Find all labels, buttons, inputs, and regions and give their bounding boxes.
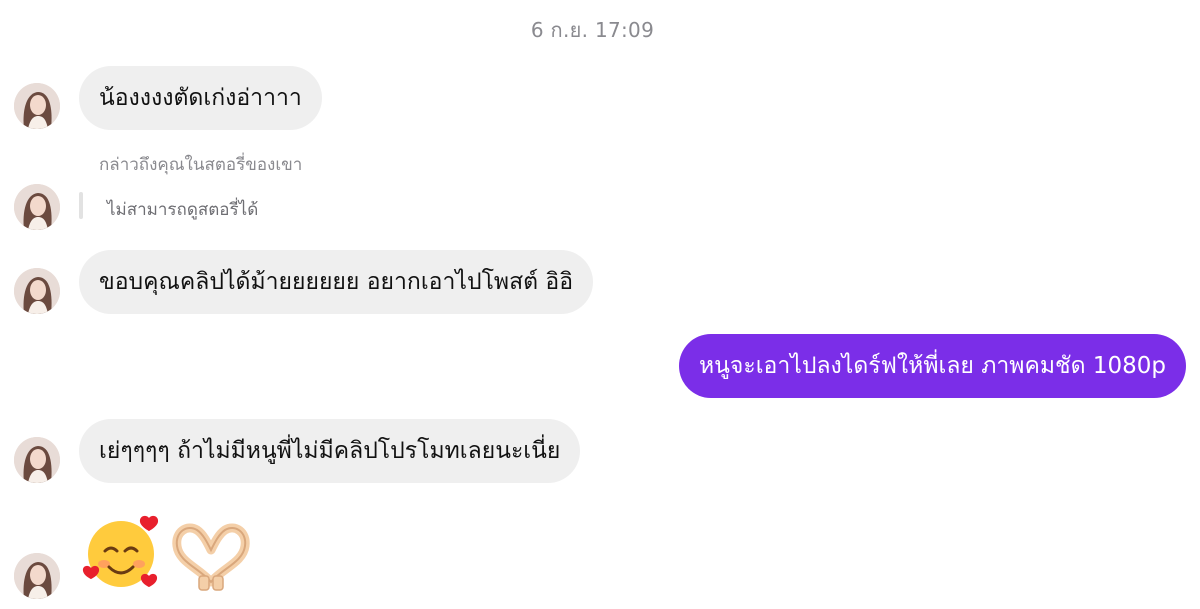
incoming-message-bubble[interactable]: น้องงงงตัดเก่งอ่าาาา — [79, 66, 322, 130]
avatar-photo — [14, 184, 60, 230]
chat-thread: 6 ก.ย. 17:09 น้องงงงตัดเก่งอ่าาาา กล่าวถ… — [0, 0, 1200, 609]
avatar-photo — [14, 437, 60, 483]
sender-avatar[interactable] — [14, 437, 60, 483]
story-unavailable-text[interactable]: ไม่สามารถดูสตอรี่ได้ — [107, 196, 258, 223]
smiling-face-with-hearts-icon — [82, 515, 159, 587]
incoming-message-bubble[interactable]: เย่ๆๆๆๆ ถ้าไม่มีหนูพี่ไม่มีคลิปโปรโมทเลย… — [79, 419, 581, 483]
sender-avatar[interactable] — [14, 268, 60, 314]
incoming-message-bubble[interactable]: ขอบคุณคลิปได้ม้ายยยยยย อยากเอาไปโพสต์ อิ… — [79, 250, 594, 314]
heart-hands-icon — [172, 523, 250, 591]
avatar-photo — [14, 268, 60, 314]
chat-timestamp: 6 ก.ย. 17:09 — [530, 18, 655, 42]
avatar-photo — [14, 83, 60, 129]
outgoing-message-bubble[interactable]: หนูจะเอาไปลงไดร์ฟให้พี่เลย ภาพคมชัด 1080… — [678, 334, 1186, 398]
sender-avatar[interactable] — [14, 553, 60, 599]
avatar-photo — [14, 553, 60, 599]
story-reply-bar — [79, 192, 83, 219]
emoji-message[interactable] — [79, 512, 255, 592]
sender-avatar[interactable] — [14, 83, 60, 129]
story-mention-note: กล่าวถึงคุณในสตอรี่ของเขา — [99, 155, 303, 175]
sender-avatar[interactable] — [14, 184, 60, 230]
